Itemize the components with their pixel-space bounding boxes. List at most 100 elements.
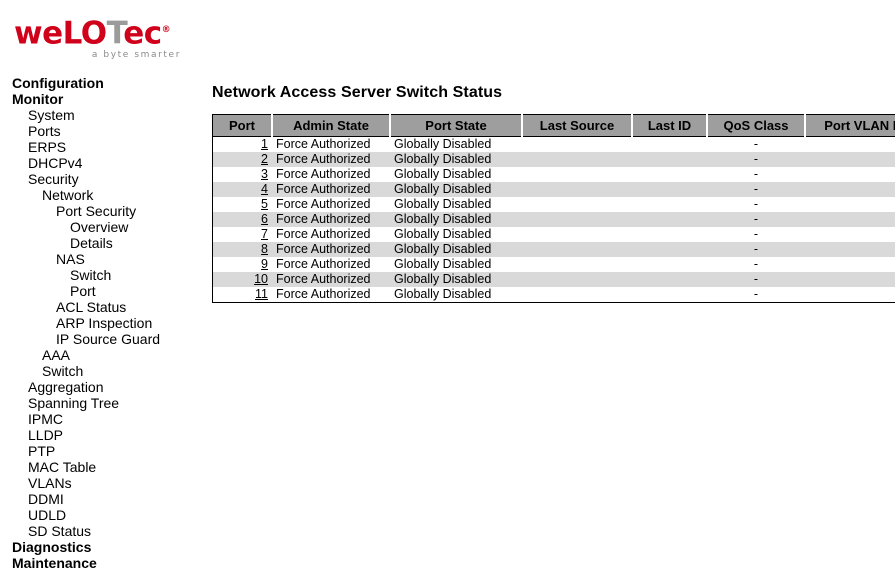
sidebar-item-vlans[interactable]: VLANs [0, 475, 200, 491]
cell-port-state: Globally Disabled [394, 242, 492, 256]
sidebar-item-overview[interactable]: Overview [0, 219, 200, 235]
cell-admin-state: Force Authorized [276, 242, 371, 256]
port-link[interactable]: 6 [261, 212, 268, 226]
cell-port-vlan-id [805, 242, 895, 257]
sidebar-item-ddmi[interactable]: DDMI [0, 491, 200, 507]
cell-last-source [522, 182, 632, 197]
sidebar-item-lldp[interactable]: LLDP [0, 427, 200, 443]
sidebar-item-port-security[interactable]: Port Security [0, 203, 200, 219]
sidebar-item-security[interactable]: Security [0, 171, 200, 187]
cell-port-vlan-id [805, 212, 895, 227]
column-header-port-vlan-id: Port VLAN ID [805, 114, 895, 137]
cell-port-state: Globally Disabled [394, 167, 492, 181]
cell-last-source [522, 197, 632, 212]
cell-port-state: Globally Disabled [394, 212, 492, 226]
table-row: 6 Force Authorized Globally Disabled - [212, 212, 895, 227]
table-row: 9 Force Authorized Globally Disabled - [212, 257, 895, 272]
cell-qos-class: - [753, 227, 759, 241]
cell-last-source [522, 137, 632, 153]
sidebar-item-erps[interactable]: ERPS [0, 139, 200, 155]
table-row: 3 Force Authorized Globally Disabled - [212, 167, 895, 182]
port-link[interactable]: 8 [261, 242, 268, 256]
registered-trademark-icon: ® [161, 25, 171, 35]
table-row: 10 Force Authorized Globally Disabled - [212, 272, 895, 287]
brand-tagline: a byte smarter [91, 50, 181, 61]
column-header-qos-class: QoS Class [707, 114, 806, 137]
cell-admin-state: Force Authorized [276, 137, 371, 151]
cell-qos-class: - [753, 167, 759, 181]
sidebar-item-acl-status[interactable]: ACL Status [0, 299, 200, 315]
sidebar-item-ip-source-guard[interactable]: IP Source Guard [0, 331, 200, 347]
cell-last-source [522, 272, 632, 287]
column-header-last-source: Last Source [522, 114, 633, 137]
cell-port-vlan-id [805, 137, 895, 153]
sidebar-item-switch[interactable]: Switch [0, 363, 200, 379]
port-link[interactable]: 10 [254, 272, 268, 286]
sidebar-item-monitor: Monitor [12, 91, 64, 107]
table-row: 8 Force Authorized Globally Disabled - [212, 242, 895, 257]
sidebar-item-arp-inspection[interactable]: ARP Inspection [0, 315, 200, 331]
sidebar-item-dhcpv4[interactable]: DHCPv4 [0, 155, 200, 171]
sidebar-item-system[interactable]: System [0, 107, 200, 123]
cell-port-vlan-id [805, 182, 895, 197]
cell-admin-state: Force Authorized [276, 257, 371, 271]
cell-port: 9 [213, 257, 273, 272]
cell-qos-class: - [753, 197, 759, 211]
cell-port: 1 [213, 137, 273, 153]
port-link[interactable]: 4 [261, 182, 268, 196]
sidebar-item-udld[interactable]: UDLD [0, 507, 200, 523]
port-link[interactable]: 2 [261, 152, 268, 166]
sidebar-item-sd-status[interactable]: SD Status [0, 523, 200, 539]
cell-port: 3 [213, 167, 273, 182]
port-link[interactable]: 5 [261, 197, 268, 211]
table-row: 1 Force Authorized Globally Disabled - [212, 136, 895, 153]
nas-switch-status-table: Port Admin State Port State Last Source … [212, 114, 895, 303]
sidebar-item-ports[interactable]: Ports [0, 123, 200, 139]
table-row: 11 Force Authorized Globally Disabled - [212, 287, 895, 303]
cell-qos-class: - [753, 152, 759, 166]
sidebar-item-mac-table[interactable]: MAC Table [0, 459, 200, 475]
cell-last-id [632, 272, 707, 287]
sidebar-item-switch[interactable]: Switch [0, 267, 200, 283]
port-link[interactable]: 7 [261, 227, 268, 241]
cell-port-vlan-id [805, 287, 895, 303]
port-link[interactable]: 1 [261, 137, 268, 151]
cell-port-state: Globally Disabled [394, 152, 492, 166]
port-link[interactable]: 3 [261, 167, 268, 181]
port-link[interactable]: 9 [261, 257, 268, 271]
cell-port-state: Globally Disabled [394, 257, 492, 271]
cell-port-state: Globally Disabled [394, 182, 492, 196]
page-title: Network Access Server Switch Status [212, 84, 503, 101]
cell-last-id [632, 212, 707, 227]
cell-last-id [632, 167, 707, 182]
sidebar-item-ipmc[interactable]: IPMC [0, 411, 200, 427]
cell-last-source [522, 242, 632, 257]
cell-admin-state: Force Authorized [276, 197, 371, 211]
cell-port: 7 [213, 227, 273, 242]
cell-port-state: Globally Disabled [394, 137, 492, 151]
sidebar-item-ptp[interactable]: PTP [0, 443, 200, 459]
cell-port-state: Globally Disabled [394, 197, 492, 211]
cell-last-source [522, 257, 632, 272]
cell-port: 5 [213, 197, 273, 212]
cell-port-vlan-id [805, 227, 895, 242]
sidebar-item-network[interactable]: Network [0, 187, 200, 203]
sidebar-item-aggregation[interactable]: Aggregation [0, 379, 200, 395]
cell-qos-class: - [753, 287, 759, 301]
cell-admin-state: Force Authorized [276, 272, 371, 286]
cell-admin-state: Force Authorized [276, 167, 371, 181]
sidebar-item-aaa[interactable]: AAA [0, 347, 200, 363]
sidebar-item-spanning-tree[interactable]: Spanning Tree [0, 395, 200, 411]
port-link[interactable]: 11 [255, 287, 268, 301]
cell-qos-class: - [753, 182, 759, 196]
table-header: Port Admin State Port State Last Source … [212, 114, 895, 137]
cell-port-state: Globally Disabled [394, 272, 492, 286]
cell-port-vlan-id [805, 152, 895, 167]
cell-qos-class: - [753, 137, 759, 151]
table-row: 7 Force Authorized Globally Disabled - [212, 227, 895, 242]
main-content: Network Access Server Switch Status Port… [212, 84, 895, 303]
sidebar-item-nas[interactable]: NAS [0, 251, 200, 267]
column-header-port-state: Port State [390, 114, 523, 137]
sidebar-item-details[interactable]: Details [0, 235, 200, 251]
sidebar-item-port[interactable]: Port [0, 283, 200, 299]
